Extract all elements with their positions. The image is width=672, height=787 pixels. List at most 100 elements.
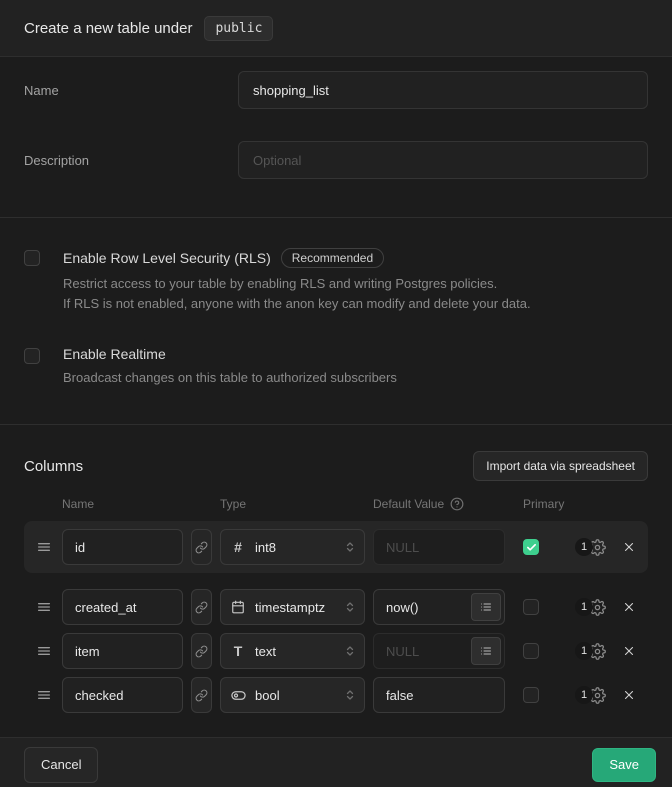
chevrons-up-down-icon — [344, 689, 356, 701]
rls-checkbox[interactable] — [24, 250, 40, 266]
column-settings-button[interactable]: 1 — [575, 642, 606, 660]
description-label: Description — [24, 153, 238, 168]
default-value-wrap — [373, 633, 505, 669]
column-type-select[interactable]: bool — [220, 677, 365, 713]
chevrons-up-down-icon — [344, 645, 356, 657]
calendar-icon — [229, 600, 247, 614]
import-spreadsheet-button[interactable]: Import data via spreadsheet — [473, 451, 648, 481]
primary-cell — [523, 539, 539, 555]
rls-description-line1: Restrict access to your table by enablin… — [63, 274, 531, 294]
check-icon — [526, 542, 537, 553]
help-circle-icon[interactable] — [450, 497, 464, 511]
primary-cell — [523, 599, 539, 615]
primary-cell — [523, 687, 539, 703]
column-type-label: int8 — [255, 540, 344, 555]
realtime-toggle-body: Enable Realtime Broadcast changes on thi… — [63, 346, 397, 388]
rls-title-line: Enable Row Level Security (RLS) Recommen… — [63, 248, 531, 268]
column-type-label: bool — [255, 688, 344, 703]
default-value-wrap — [373, 589, 505, 625]
text-type-icon: T — [229, 643, 247, 659]
column-name-input[interactable] — [62, 677, 183, 713]
rls-label: Enable Row Level Security (RLS) — [63, 250, 271, 266]
toggle-icon — [229, 688, 247, 703]
columns-section: Columns Import data via spreadsheet Name… — [0, 425, 672, 737]
create-table-dialog: Create a new table under public Name Des… — [0, 0, 672, 787]
delete-column-button[interactable] — [622, 644, 636, 658]
description-row: Description — [24, 141, 648, 179]
column-headers-row: Name Type Default Value Primary — [24, 497, 648, 511]
table-description-input[interactable] — [238, 141, 648, 179]
chevrons-up-down-icon — [344, 541, 356, 553]
delete-column-button[interactable] — [622, 540, 636, 554]
column-name-input[interactable] — [62, 589, 183, 625]
column-settings-button[interactable]: 1 — [575, 538, 606, 556]
delete-column-button[interactable] — [622, 688, 636, 702]
schema-badge: public — [204, 16, 273, 41]
column-name-input[interactable] — [62, 529, 183, 565]
column-primary-checkbox[interactable] — [523, 599, 539, 615]
rls-toggle-body: Enable Row Level Security (RLS) Recommen… — [63, 248, 531, 314]
toggles-section: Enable Row Level Security (RLS) Recommen… — [0, 218, 672, 425]
column-settings-button[interactable]: 1 — [575, 598, 606, 616]
drag-handle-icon[interactable] — [36, 599, 52, 615]
columns-title: Columns — [24, 458, 83, 475]
header-primary: Primary — [523, 497, 564, 511]
x-icon — [622, 688, 636, 702]
column-name-input[interactable] — [62, 633, 183, 669]
table-name-input[interactable] — [238, 71, 648, 109]
default-value-wrap — [373, 529, 505, 565]
header-default-value-label: Default Value — [373, 497, 444, 511]
name-row: Name — [24, 71, 648, 109]
name-label: Name — [24, 83, 238, 98]
column-settings-button[interactable]: 1 — [575, 686, 606, 704]
header-name: Name — [62, 497, 220, 511]
realtime-label: Enable Realtime — [63, 346, 166, 362]
foreign-key-link-icon[interactable] — [191, 589, 212, 625]
dialog-title: Create a new table under — [24, 20, 192, 37]
column-default-input[interactable] — [373, 677, 505, 713]
chevrons-up-down-icon — [344, 601, 356, 613]
foreign-key-link-icon[interactable] — [191, 677, 212, 713]
default-options-list-button[interactable] — [471, 593, 501, 621]
column-row-id: # int8 1 — [24, 521, 648, 573]
dialog-header: Create a new table under public — [0, 0, 672, 57]
dialog-footer: Cancel Save — [0, 737, 672, 787]
list-icon — [480, 645, 492, 657]
column-type-select[interactable]: T text — [220, 633, 365, 669]
realtime-toggle-row: Enable Realtime Broadcast changes on thi… — [24, 346, 648, 388]
column-type-select[interactable]: # int8 — [220, 529, 365, 565]
rls-description-line2: If RLS is not enabled, anyone with the a… — [63, 294, 531, 314]
rls-description: Restrict access to your table by enablin… — [63, 274, 531, 314]
column-primary-checkbox[interactable] — [523, 643, 539, 659]
column-primary-checkbox[interactable] — [523, 539, 539, 555]
foreign-key-link-icon[interactable] — [191, 633, 212, 669]
realtime-checkbox[interactable] — [24, 348, 40, 364]
basic-info-section: Name Description — [0, 57, 672, 218]
column-default-input[interactable] — [373, 529, 505, 565]
cancel-button[interactable]: Cancel — [24, 747, 98, 783]
columns-head: Columns Import data via spreadsheet — [24, 451, 648, 481]
x-icon — [622, 644, 636, 658]
row-actions: 1 — [575, 642, 636, 660]
column-row-item: T text 1 — [24, 633, 648, 669]
drag-handle-icon[interactable] — [36, 539, 52, 555]
header-default-value: Default Value — [373, 497, 523, 511]
delete-column-button[interactable] — [622, 600, 636, 614]
row-actions: 1 — [575, 598, 636, 616]
hash-icon: # — [229, 539, 247, 555]
drag-handle-icon[interactable] — [36, 643, 52, 659]
foreign-key-link-icon[interactable] — [191, 529, 212, 565]
column-type-select[interactable]: timestamptz — [220, 589, 365, 625]
default-options-list-button[interactable] — [471, 637, 501, 665]
column-type-label: timestamptz — [255, 600, 344, 615]
primary-cell — [523, 643, 539, 659]
x-icon — [622, 600, 636, 614]
column-primary-checkbox[interactable] — [523, 687, 539, 703]
default-value-wrap — [373, 677, 505, 713]
realtime-description: Broadcast changes on this table to autho… — [63, 368, 397, 388]
column-type-label: text — [255, 644, 344, 659]
row-actions: 1 — [575, 538, 636, 556]
x-icon — [622, 540, 636, 554]
save-button[interactable]: Save — [592, 748, 656, 782]
drag-handle-icon[interactable] — [36, 687, 52, 703]
